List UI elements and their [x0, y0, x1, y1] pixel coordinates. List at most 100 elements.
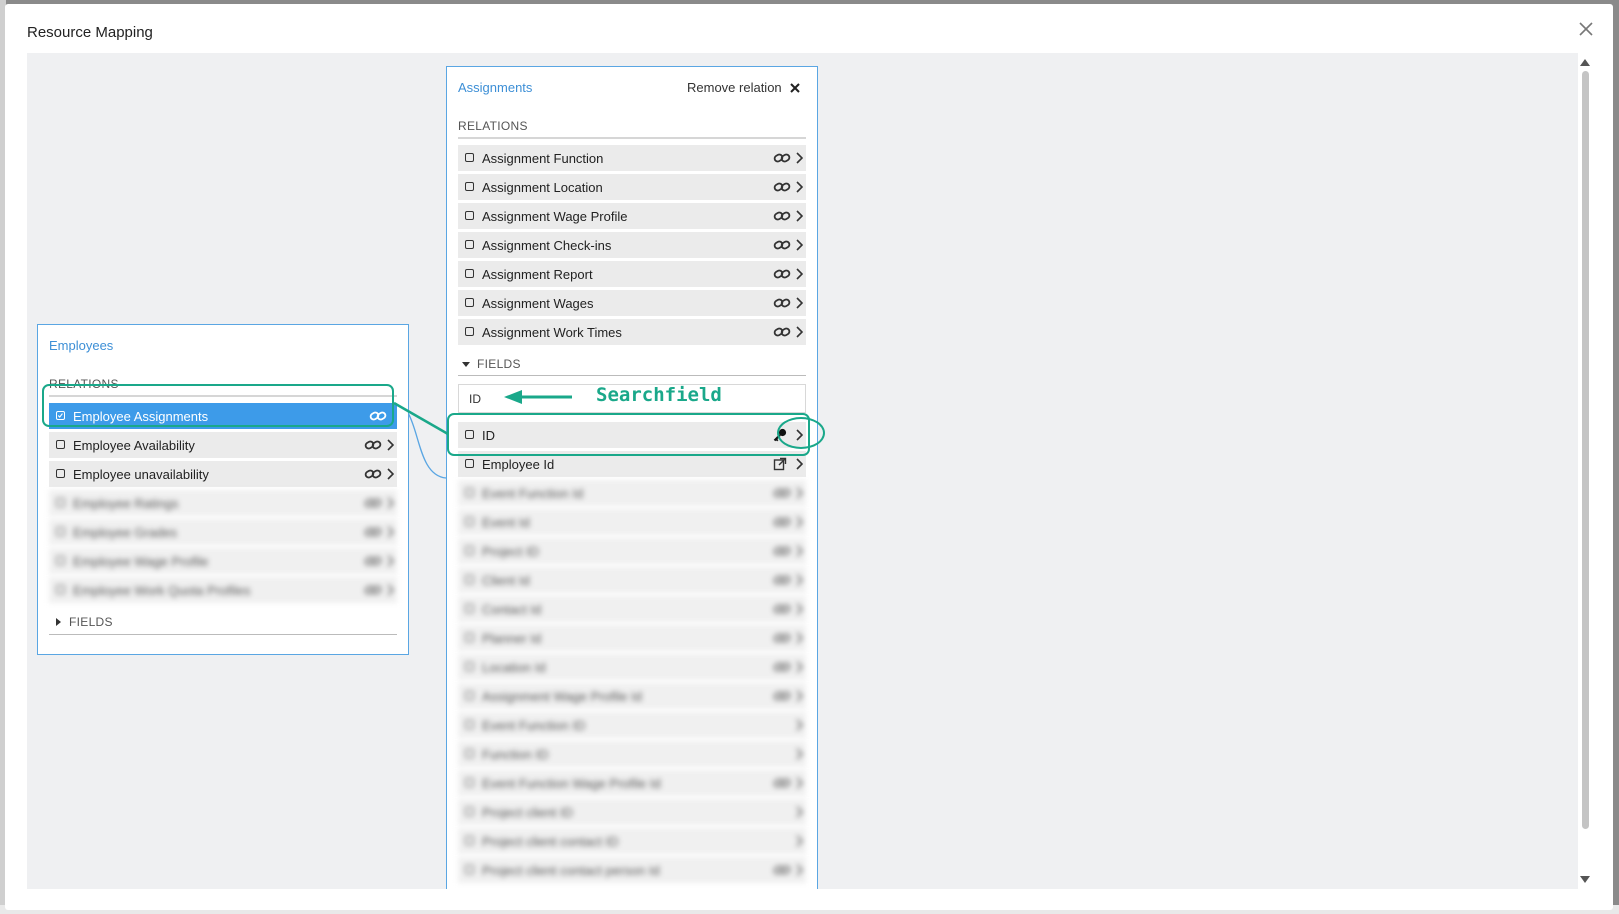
- assignments-field-row[interactable]: Client Id: [458, 567, 806, 593]
- external-link-icon[interactable]: [773, 457, 791, 471]
- chevron-right-icon[interactable]: [386, 439, 395, 451]
- link-icon[interactable]: [369, 409, 387, 423]
- link-icon[interactable]: [773, 776, 791, 790]
- row-checkbox[interactable]: [465, 327, 474, 336]
- row-checkbox[interactable]: [465, 778, 474, 787]
- assignments-field-row[interactable]: ID: [458, 422, 806, 448]
- link-icon[interactable]: [364, 496, 382, 510]
- chevron-right-icon[interactable]: [795, 835, 804, 847]
- close-button[interactable]: [1575, 18, 1597, 40]
- assignments-relation-row[interactable]: Assignment Wage Profile: [458, 203, 806, 229]
- row-checkbox[interactable]: [465, 633, 474, 642]
- employees-relation-row[interactable]: Employee unavailability: [49, 461, 397, 487]
- assignments-field-row[interactable]: Project client ID: [458, 799, 806, 825]
- assignments-field-row[interactable]: Event Id: [458, 509, 806, 535]
- link-icon[interactable]: [773, 573, 791, 587]
- link-icon[interactable]: [364, 554, 382, 568]
- row-checkbox[interactable]: [465, 604, 474, 613]
- employees-relation-row[interactable]: Employee Assignments: [49, 403, 397, 429]
- assignments-field-row[interactable]: Employee Id: [458, 451, 806, 477]
- assignments-fields-toggle[interactable]: FIELDS: [477, 357, 521, 371]
- scrollbar-thumb[interactable]: [1582, 71, 1589, 829]
- link-icon[interactable]: [773, 544, 791, 558]
- chevron-right-icon[interactable]: [795, 297, 804, 309]
- row-checkbox[interactable]: [465, 182, 474, 191]
- row-checkbox[interactable]: [56, 498, 65, 507]
- assignments-relation-row[interactable]: Assignment Function: [458, 145, 806, 171]
- row-checkbox[interactable]: [465, 269, 474, 278]
- employees-fields-expand-icon[interactable]: [56, 618, 61, 626]
- key-icon[interactable]: [773, 428, 791, 442]
- link-icon[interactable]: [773, 660, 791, 674]
- chevron-right-icon[interactable]: [795, 574, 804, 586]
- link-icon[interactable]: [364, 467, 382, 481]
- row-checkbox[interactable]: [465, 211, 474, 220]
- row-checkbox[interactable]: [465, 836, 474, 845]
- row-checkbox[interactable]: [465, 240, 474, 249]
- row-checkbox[interactable]: [465, 662, 474, 671]
- chevron-right-icon[interactable]: [795, 632, 804, 644]
- link-icon[interactable]: [773, 515, 791, 529]
- assignments-relation-row[interactable]: Assignment Wages: [458, 290, 806, 316]
- row-checkbox[interactable]: [56, 411, 65, 420]
- chevron-right-icon[interactable]: [795, 864, 804, 876]
- chevron-right-icon[interactable]: [795, 458, 804, 470]
- chevron-right-icon[interactable]: [795, 748, 804, 760]
- remove-relation-button[interactable]: Remove relation: [687, 80, 800, 95]
- employees-relation-row[interactable]: Employee Grades: [49, 519, 397, 545]
- chevron-right-icon[interactable]: [386, 584, 395, 596]
- link-icon[interactable]: [773, 486, 791, 500]
- chevron-right-icon[interactable]: [795, 777, 804, 789]
- chevron-right-icon[interactable]: [795, 661, 804, 673]
- row-checkbox[interactable]: [56, 469, 65, 478]
- assignments-relation-row[interactable]: Assignment Check-ins: [458, 232, 806, 258]
- row-checkbox[interactable]: [465, 517, 474, 526]
- row-checkbox[interactable]: [56, 556, 65, 565]
- assignments-field-row[interactable]: Event Function ID: [458, 712, 806, 738]
- canvas-scrollbar[interactable]: [1578, 53, 1592, 889]
- row-checkbox[interactable]: [465, 546, 474, 555]
- link-icon[interactable]: [364, 525, 382, 539]
- row-checkbox[interactable]: [465, 720, 474, 729]
- link-icon[interactable]: [773, 180, 791, 194]
- chevron-right-icon[interactable]: [386, 468, 395, 480]
- scroll-down-arrow-icon[interactable]: [1580, 876, 1590, 883]
- row-checkbox[interactable]: [56, 440, 65, 449]
- chevron-right-icon[interactable]: [795, 210, 804, 222]
- chevron-right-icon[interactable]: [795, 326, 804, 338]
- chevron-right-icon[interactable]: [795, 268, 804, 280]
- chevron-right-icon[interactable]: [795, 429, 804, 441]
- row-checkbox[interactable]: [465, 153, 474, 162]
- link-icon[interactable]: [773, 863, 791, 877]
- chevron-right-icon[interactable]: [795, 239, 804, 251]
- scroll-up-arrow-icon[interactable]: [1580, 59, 1590, 66]
- row-checkbox[interactable]: [465, 459, 474, 468]
- row-checkbox[interactable]: [465, 691, 474, 700]
- link-icon[interactable]: [773, 602, 791, 616]
- assignments-field-row[interactable]: Planner Id: [458, 625, 806, 651]
- chevron-right-icon[interactable]: [795, 603, 804, 615]
- chevron-right-icon[interactable]: [795, 806, 804, 818]
- employees-relation-row[interactable]: Employee Ratings: [49, 490, 397, 516]
- link-icon[interactable]: [773, 267, 791, 281]
- link-icon[interactable]: [773, 325, 791, 339]
- assignments-field-row[interactable]: Contact Id: [458, 596, 806, 622]
- employees-relation-row[interactable]: Employee Wage Profile: [49, 548, 397, 574]
- chevron-right-icon[interactable]: [795, 516, 804, 528]
- link-icon[interactable]: [773, 631, 791, 645]
- employees-relation-row[interactable]: Employee Work Quota Profiles: [49, 577, 397, 603]
- employees-panel-title[interactable]: Employees: [49, 338, 113, 353]
- link-icon[interactable]: [773, 238, 791, 252]
- link-icon[interactable]: [364, 438, 382, 452]
- row-checkbox[interactable]: [465, 488, 474, 497]
- chevron-right-icon[interactable]: [795, 152, 804, 164]
- row-checkbox[interactable]: [465, 807, 474, 816]
- chevron-right-icon[interactable]: [386, 555, 395, 567]
- assignments-relation-row[interactable]: Assignment Work Times: [458, 319, 806, 345]
- row-checkbox[interactable]: [465, 575, 474, 584]
- assignments-field-row[interactable]: Project client contact person Id: [458, 857, 806, 883]
- assignments-relation-row[interactable]: Assignment Report: [458, 261, 806, 287]
- assignments-relation-row[interactable]: Assignment Location: [458, 174, 806, 200]
- row-checkbox[interactable]: [465, 430, 474, 439]
- chevron-right-icon[interactable]: [386, 526, 395, 538]
